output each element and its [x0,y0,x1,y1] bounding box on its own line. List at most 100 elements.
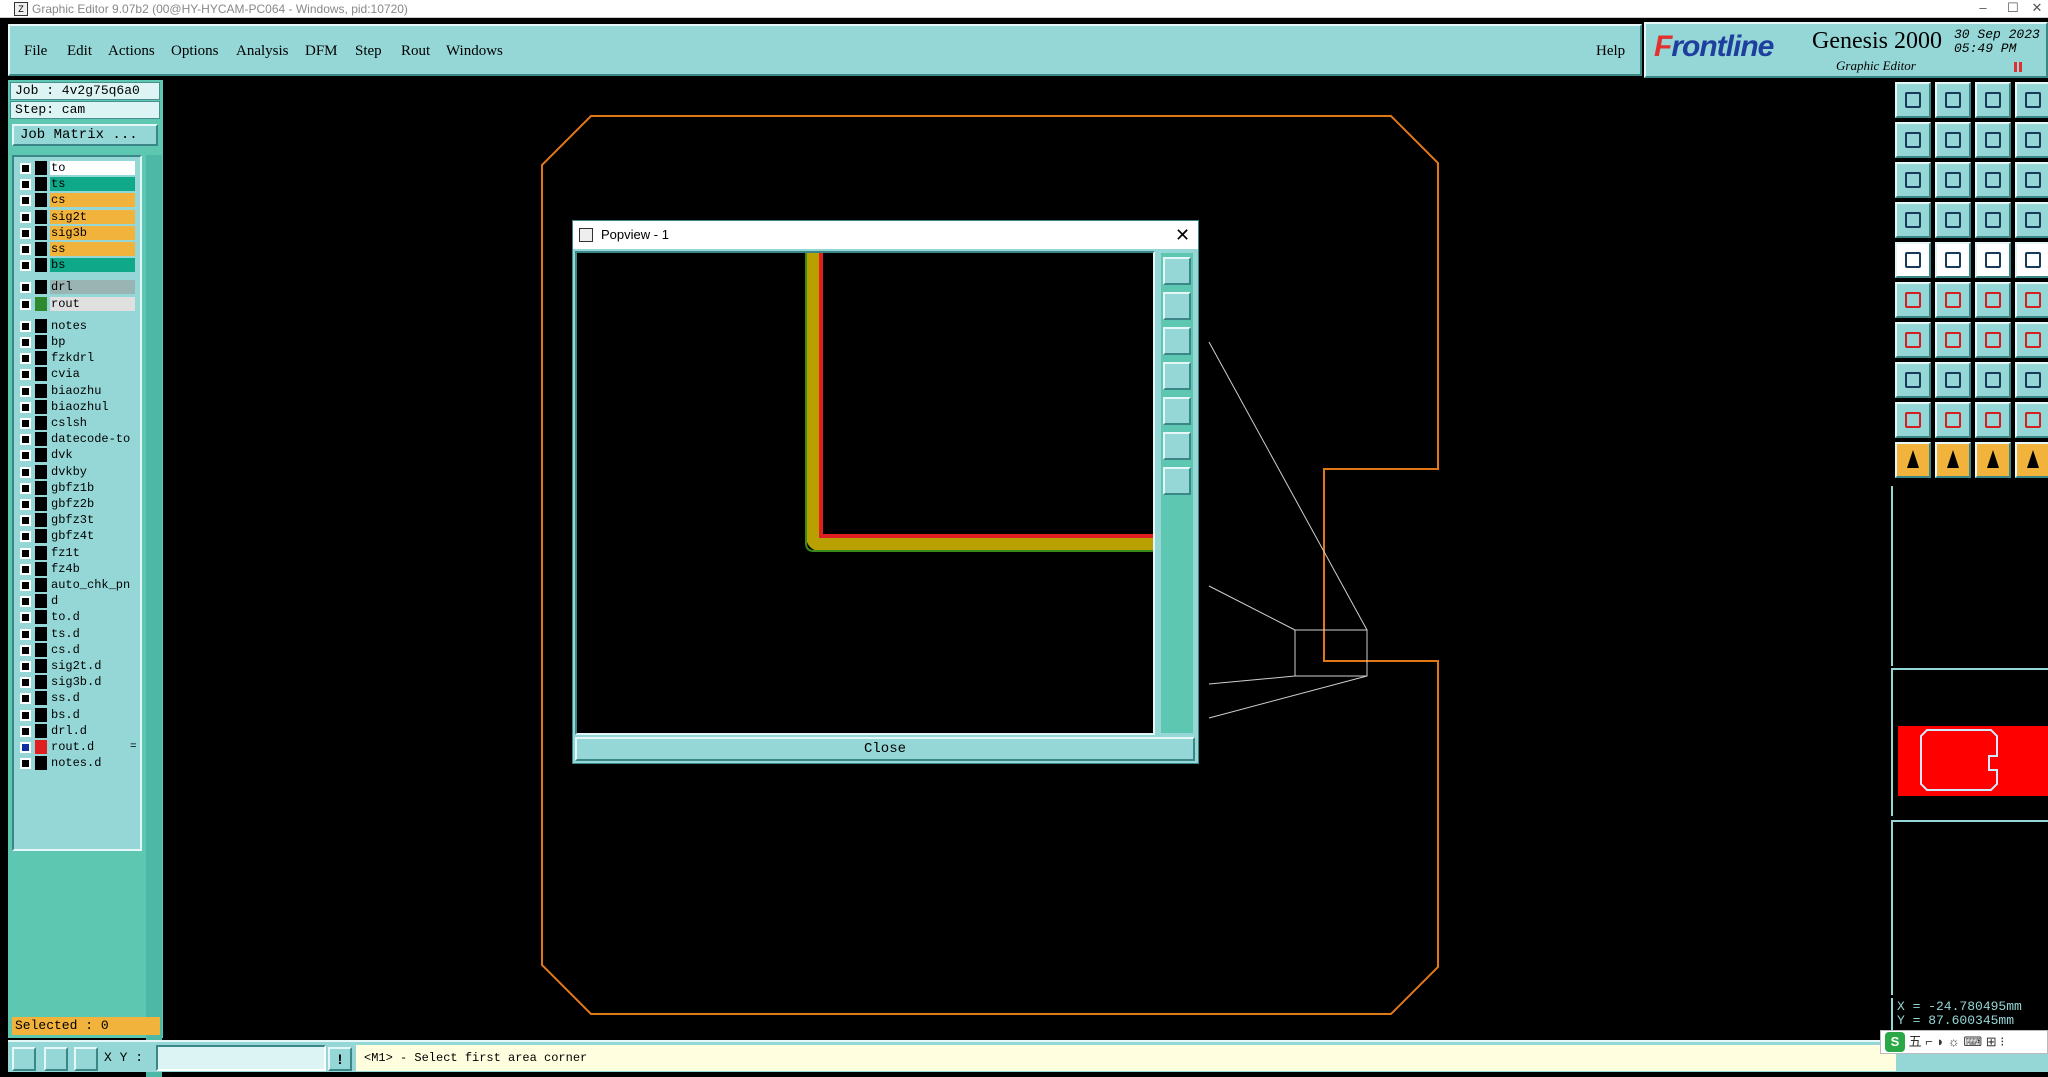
layer-checkbox[interactable] [20,499,31,510]
layer-name[interactable]: sig3b [50,225,135,240]
layer-name[interactable]: ts.d [50,626,135,641]
layer-name[interactable]: gbfz1b [50,480,135,495]
layer-name[interactable]: biaozhul [50,399,135,414]
layer-list-scrollbar[interactable] [146,155,162,1077]
layer-checkbox[interactable] [20,644,31,656]
layer-row-biaozhul[interactable]: biaozhul [18,399,138,414]
menu-analysis[interactable]: Analysis [236,43,289,60]
popview-pan-left-icon[interactable] [1163,362,1191,390]
arc-icon[interactable] [1975,322,2011,358]
layer-checkbox[interactable] [20,369,31,381]
layer-row-to-d[interactable]: to.d [18,610,138,625]
line-add-icon[interactable] [2015,282,2048,318]
layer-checkbox[interactable] [20,401,31,413]
layer-row-fz1t[interactable]: fz1t [18,545,138,560]
menu-help[interactable]: Help [1596,43,1625,60]
triangle-icon[interactable] [1895,402,1931,438]
layer-row-ss-d[interactable]: ss.d [18,691,138,706]
layer-checkbox[interactable] [20,563,31,575]
layer-name[interactable]: bp [50,335,135,349]
home-view-icon[interactable] [1975,82,2011,118]
layer-row-ss[interactable]: ss [18,242,138,256]
node-move-icon[interactable] [1975,282,2011,318]
layer-name[interactable]: drl.d [50,723,135,738]
polygon-select-icon[interactable] [1935,242,1971,278]
popview-pan-right-icon[interactable] [1163,397,1191,425]
layer-name[interactable]: dvkby [50,464,135,479]
layer-checkbox[interactable] [20,260,31,272]
layer-checkbox[interactable] [20,693,31,705]
popview-fit-icon[interactable] [1163,257,1191,285]
zoom-home-icon[interactable] [1895,82,1931,118]
popview-zoom-in-icon[interactable] [1163,467,1191,495]
layer-row-bs-d[interactable]: bs.d [18,707,138,722]
layer-row-dvkby[interactable]: dvkby [18,464,138,479]
layer-checkbox[interactable] [20,596,31,608]
layer-checkbox[interactable] [20,450,31,462]
layer-name[interactable]: d [50,594,135,609]
layer-row-to[interactable]: to [18,161,138,175]
layer-name[interactable]: fz1t [50,545,135,560]
layer-row-ts-d[interactable]: ts.d [18,626,138,641]
layer-row-gbfz2b[interactable]: gbfz2b [18,497,138,511]
layer-name[interactable]: fz4b [50,561,135,576]
layer-row-gbfz4t[interactable]: gbfz4t [18,529,138,544]
layer-checkbox[interactable] [20,211,31,223]
layer-name[interactable]: cslsh [50,416,135,430]
measure-mode-icon[interactable] [44,1047,68,1071]
scale-1-2-icon[interactable] [1975,162,2011,198]
popview-close-icon[interactable]: ✕ [1175,221,1190,249]
menu-windows[interactable]: Windows [446,43,503,60]
fit-screen-icon[interactable] [1895,162,1931,198]
layer-checkbox[interactable] [20,677,31,689]
arch-select-icon[interactable] [2015,402,2048,438]
layer-row-notes-d[interactable]: notes.d [18,756,138,771]
layer-name[interactable]: drl [50,280,135,295]
layer-row-sig3b[interactable]: sig3b [18,225,138,240]
layout-icon[interactable] [2015,82,2048,118]
layer-checkbox[interactable] [20,547,31,559]
layer-row-biaozhu[interactable]: biaozhu [18,383,138,398]
menu-rout[interactable]: Rout [401,43,430,60]
layer-checkbox[interactable] [20,227,31,239]
pan-left-icon[interactable] [1895,122,1931,158]
pan-up-icon[interactable] [1935,82,1971,118]
triangle-select-icon[interactable] [1935,402,1971,438]
ime-tray[interactable]: S 五 ⌐ ◗ ☼ ⌨ ⊞ ⁝ [1880,1030,2048,1054]
close-window-button[interactable]: ✕ [2022,0,2048,18]
layer-row-dvk[interactable]: dvk [18,448,138,463]
layer-row-sig2t-d[interactable]: sig2t.d [18,659,138,673]
popview-canvas[interactable] [575,251,1155,735]
layer-name[interactable]: fzkdrl [50,351,135,366]
layer-name[interactable]: gbfz2b [50,497,135,511]
layer-checkbox[interactable] [20,418,31,429]
layer-name[interactable]: cvia [50,367,135,382]
grid-mode-icon[interactable] [74,1047,98,1071]
popview-zoom-out-icon[interactable] [1163,432,1191,460]
layer-checkbox[interactable] [20,580,31,591]
layer-checkbox[interactable] [20,298,31,310]
layer-checkbox[interactable] [20,612,31,624]
query-icon[interactable] [2015,162,2048,198]
layer-row-fz4b[interactable]: fz4b [18,561,138,576]
layer-row-bp[interactable]: bp [18,335,138,349]
layer-checkbox[interactable] [20,466,31,478]
layer-checkbox[interactable] [20,353,31,365]
layer-row-rout[interactable]: rout [18,296,138,311]
layer-checkbox[interactable] [20,661,31,672]
pad-icon[interactable] [1935,202,1971,238]
layer-row-sig2t[interactable]: sig2t [18,209,138,224]
menu-actions[interactable]: Actions [108,43,155,60]
layer-name[interactable]: ts [50,177,135,192]
arch-icon[interactable] [1975,402,2011,438]
layer-name[interactable]: notes [50,318,135,333]
text-tool-icon[interactable] [2015,322,2048,358]
menu-edit[interactable]: Edit [67,43,92,60]
swap-view-icon[interactable] [1975,122,2011,158]
layer-name[interactable]: rout [50,296,135,311]
net-icon[interactable] [2015,202,2048,238]
dot-icon[interactable] [2015,242,2048,278]
layer-checkbox[interactable] [20,709,31,721]
layer-checkbox[interactable] [20,758,31,770]
layer-row-drl-d[interactable]: drl.d [18,723,138,738]
